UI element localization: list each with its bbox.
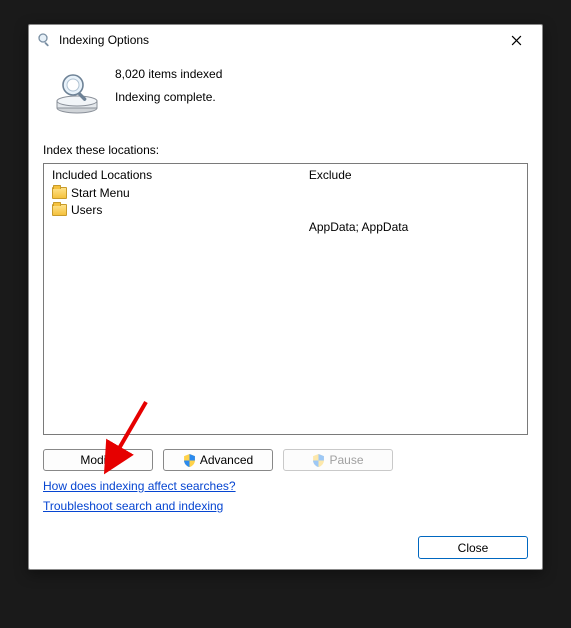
dialog-title: Indexing Options (59, 33, 494, 47)
indexing-options-dialog: Indexing Options 8,020 items indexed Ind… (28, 24, 543, 570)
pause-button: Pause (283, 449, 393, 471)
list-item[interactable]: Start Menu (52, 184, 309, 201)
status-text: 8,020 items indexed Indexing complete. (115, 61, 222, 109)
items-indexed-label: 8,020 items indexed (115, 63, 222, 86)
index-status-icon (51, 65, 103, 117)
link-troubleshoot[interactable]: Troubleshoot search and indexing (43, 499, 223, 513)
folder-icon (52, 187, 67, 199)
list-item[interactable]: Users (52, 201, 309, 218)
advanced-label: Advanced (200, 453, 253, 467)
button-row: Modify Advanced (43, 449, 528, 471)
link-how-affects[interactable]: How does indexing affect searches? (43, 479, 236, 493)
status-row: 8,020 items indexed Indexing complete. (43, 61, 528, 117)
close-button[interactable]: Close (418, 536, 528, 559)
modify-button[interactable]: Modify (43, 449, 153, 471)
locations-label: Index these locations: (43, 143, 528, 157)
col-header-included[interactable]: Included Locations (52, 168, 309, 182)
list-body: Start Menu Users AppData; AppData (44, 184, 527, 434)
shield-icon (183, 454, 196, 467)
titlebar: Indexing Options (29, 25, 542, 55)
indexing-state-label: Indexing complete. (115, 86, 222, 109)
close-icon[interactable] (494, 26, 538, 54)
col-header-exclude[interactable]: Exclude (309, 168, 519, 182)
dialog-content: 8,020 items indexed Indexing complete. I… (29, 55, 542, 569)
location-name: Start Menu (71, 186, 130, 200)
help-links: How does indexing affect searches? Troub… (43, 479, 528, 513)
location-name: Users (71, 203, 102, 217)
exclude-value: AppData; AppData (309, 218, 519, 235)
advanced-button[interactable]: Advanced (163, 449, 273, 471)
exclude-value (309, 184, 519, 201)
shield-icon (312, 454, 325, 467)
folder-icon (52, 204, 67, 216)
magnifier-icon (37, 32, 53, 48)
footer: Close (43, 528, 528, 559)
locations-list: Included Locations Exclude Start Menu Us… (43, 163, 528, 435)
list-header: Included Locations Exclude (44, 164, 527, 184)
pause-label: Pause (329, 453, 363, 467)
